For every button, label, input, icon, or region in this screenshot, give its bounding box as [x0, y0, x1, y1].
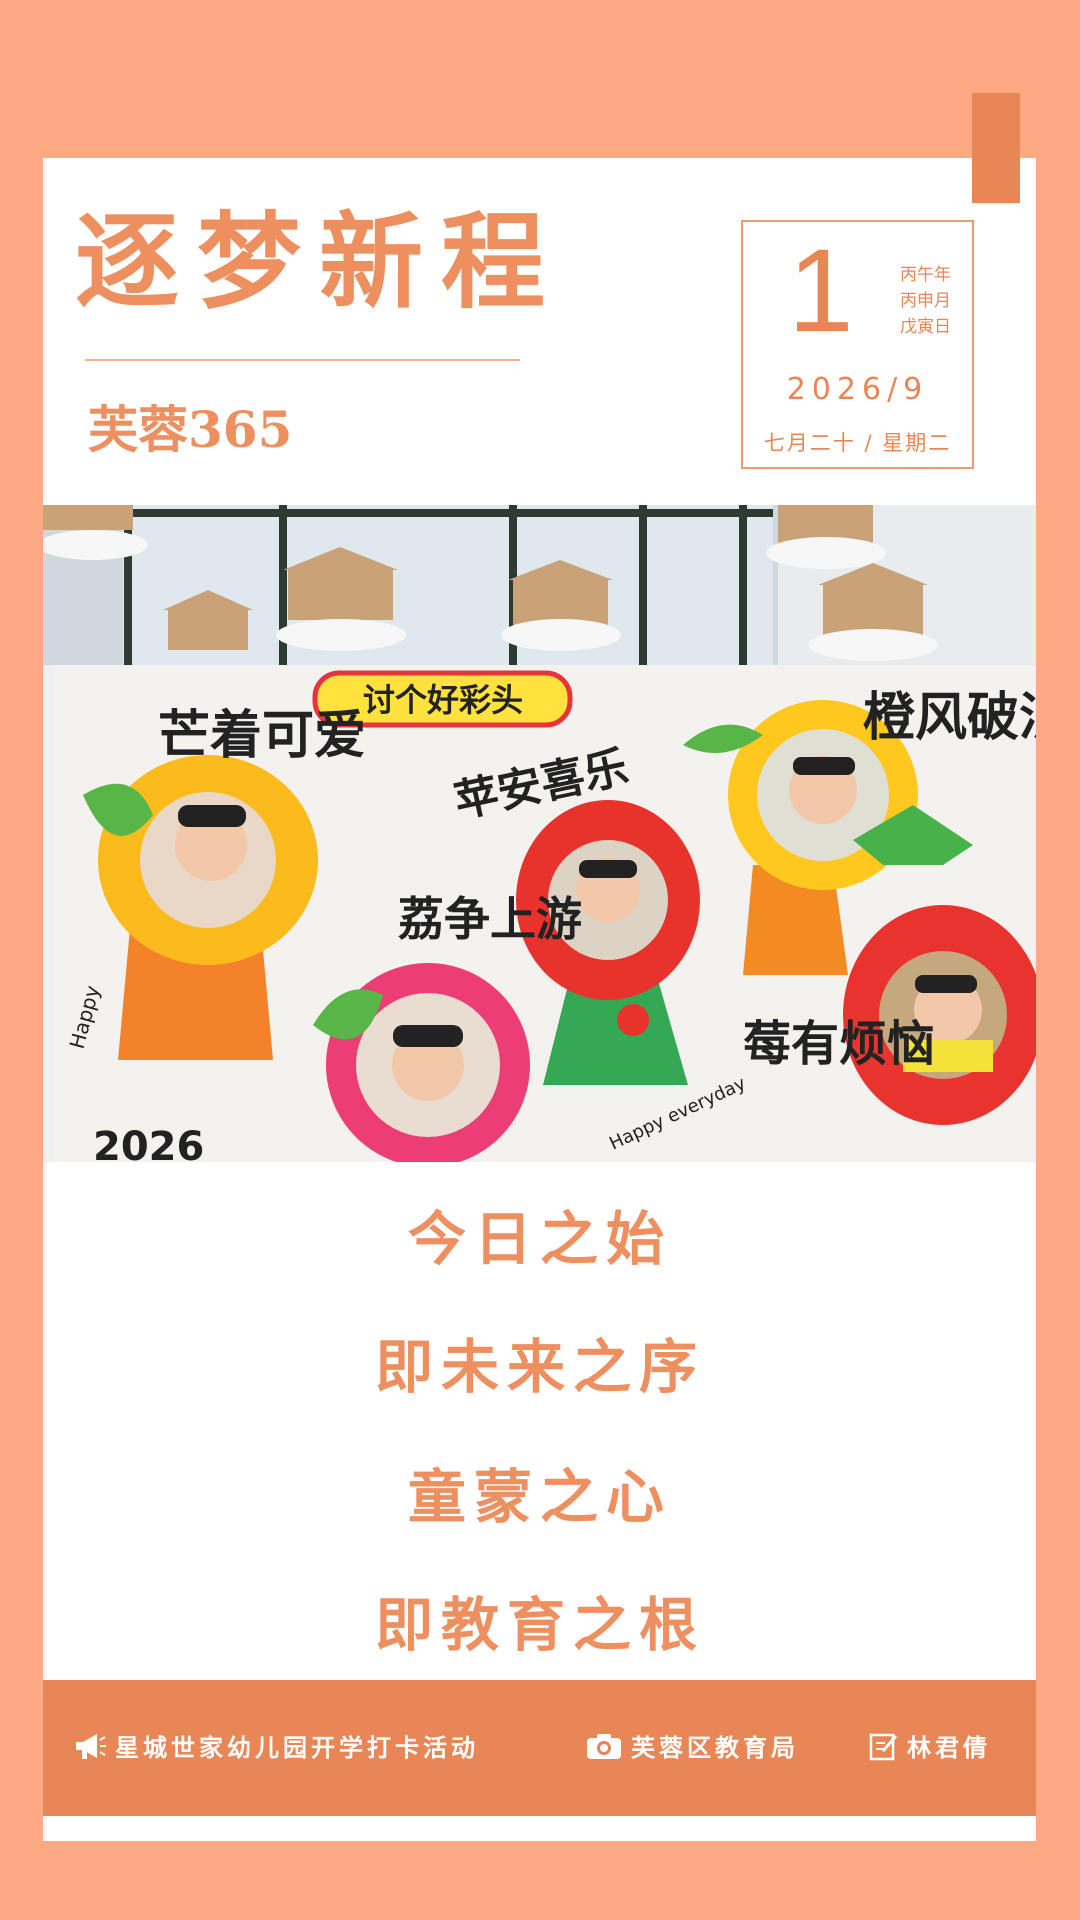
ganzhi-block: 丙午年 丙申月 戊寅日	[900, 262, 951, 340]
lunar-weekday: 七月二十 / 星期二	[763, 431, 952, 455]
phrase-lychee: 荔争上游	[398, 892, 582, 946]
megaphone-icon	[76, 1733, 106, 1759]
ganzhi-month: 丙申月	[900, 291, 951, 311]
ganzhi-day: 戊寅日	[900, 317, 951, 337]
footer-activity: 星城世家幼儿园开学打卡活动	[73, 1728, 479, 1763]
date-box: 1 丙午年 丙申月 戊寅日 2026/9 七月二十 / 星期二	[741, 220, 974, 469]
footer-author-text: 林君倩	[907, 1734, 991, 1762]
year-month: 2026/9	[786, 372, 929, 407]
footer-activity-text: 星城世家幼儿园开学打卡活动	[115, 1734, 479, 1762]
camera-icon	[587, 1733, 621, 1759]
bookmark-ribbon	[972, 93, 1020, 203]
slogan-line-4: 即教育之根	[374, 1591, 705, 1659]
photo-banner-text: 讨个好彩头	[363, 681, 523, 719]
edit-icon	[869, 1733, 898, 1760]
page-subtitle: 芙蓉365	[88, 400, 293, 459]
phrase-orange: 橙风破浪	[863, 688, 1036, 748]
footer-bar: 星城世家幼儿园开学打卡活动 芙蓉区教育局 林君倩	[43, 1680, 1036, 1816]
page-title: 逐梦新程	[75, 200, 564, 323]
slogan-line-2: 即未来之序	[374, 1333, 705, 1401]
phrase-strawberry: 莓有烦恼	[743, 1016, 935, 1072]
day-number: 1	[788, 225, 854, 357]
footer-author: 林君倩	[869, 1728, 991, 1763]
slogan-line-1: 今日之始	[407, 1205, 672, 1273]
ganzhi-year: 丙午年	[900, 265, 951, 285]
footer-bureau-text: 芙蓉区教育局	[631, 1734, 799, 1762]
phrase-mango: 芒着可爱	[158, 706, 366, 766]
title-divider	[85, 359, 520, 361]
footer-bureau: 芙蓉区教育局	[585, 1728, 799, 1763]
kids-photo: 讨个好彩头 芒着可爱 苹安喜乐 橙风破 荔争上游 莓有烦恼 2026 Happy…	[43, 505, 1036, 1162]
photo-illustration: 讨个好彩头 芒着可爱 苹安喜乐 橙风破 荔争上游 莓有烦恼 2026 Happy…	[43, 505, 1036, 1162]
photo-year: 2026	[93, 1124, 204, 1162]
slogan-line-3: 童蒙之心	[407, 1463, 672, 1531]
